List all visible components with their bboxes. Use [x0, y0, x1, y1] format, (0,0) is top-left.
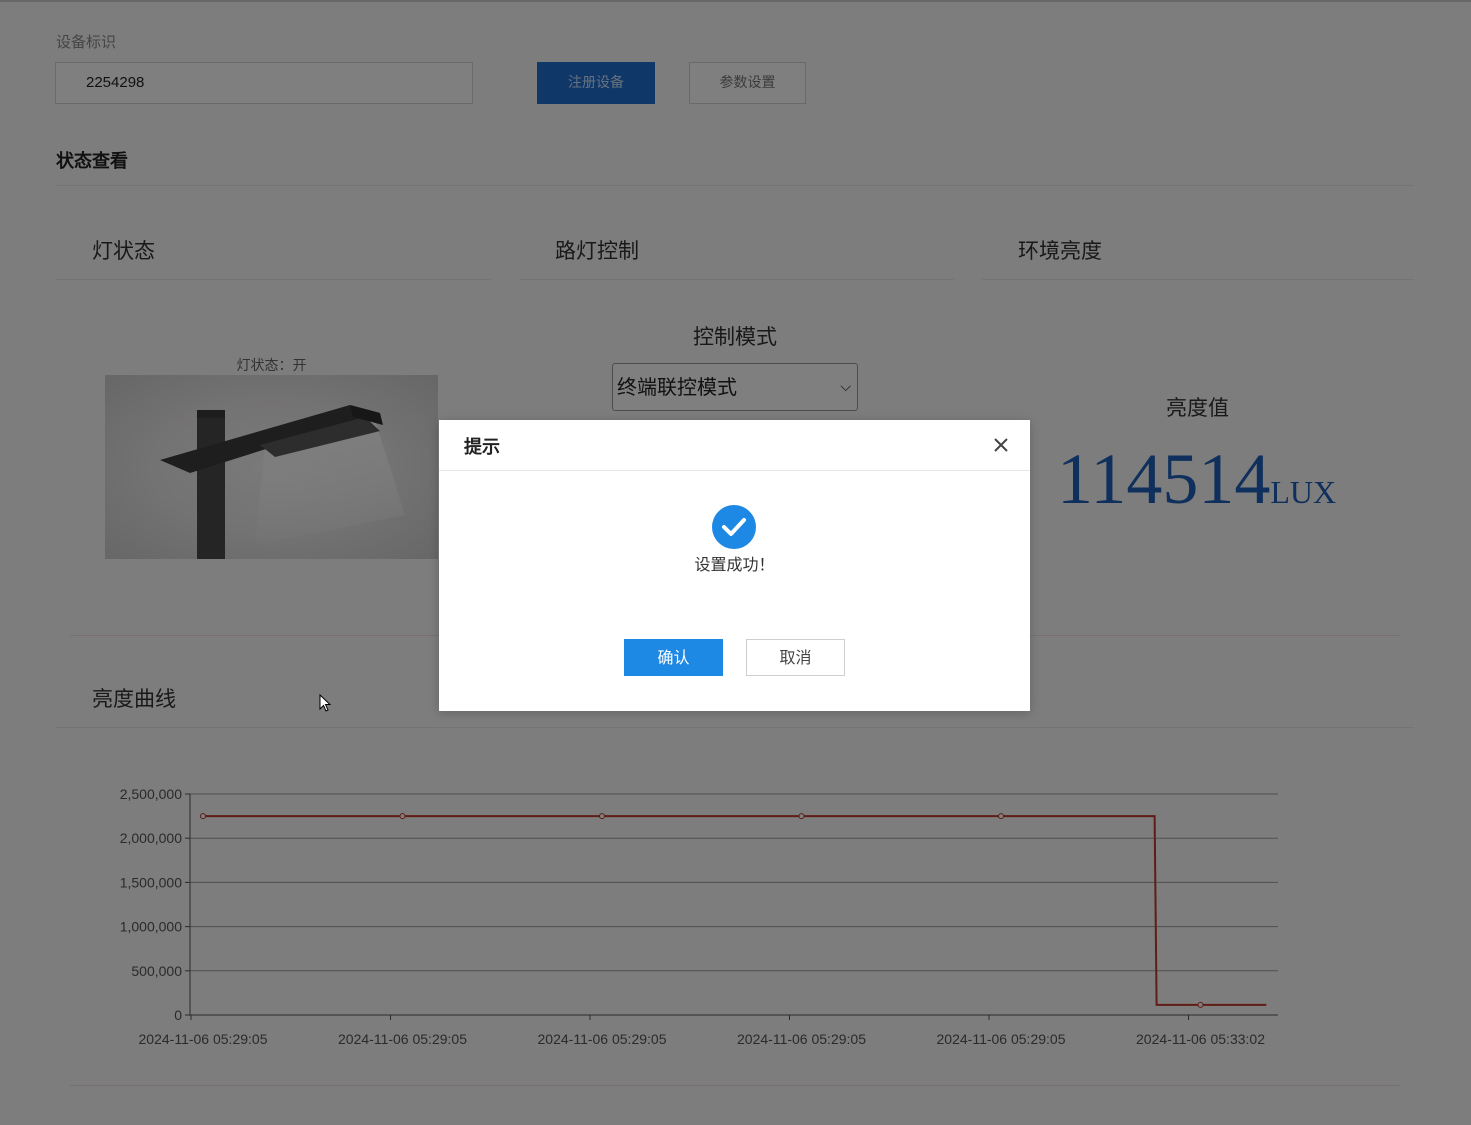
dialog-title: 提示 — [464, 437, 500, 458]
dialog-message: 设置成功！ — [694, 555, 775, 574]
dialog-header: 提示 — [439, 420, 1030, 471]
success-dialog: 提示 设置成功！ 确认 取消 — [439, 420, 1030, 711]
confirm-button[interactable]: 确认 — [624, 639, 723, 676]
mouse-cursor-icon — [319, 694, 331, 712]
check-circle-icon — [711, 504, 757, 550]
cancel-button[interactable]: 取消 — [746, 639, 845, 676]
close-icon[interactable] — [989, 433, 1013, 457]
